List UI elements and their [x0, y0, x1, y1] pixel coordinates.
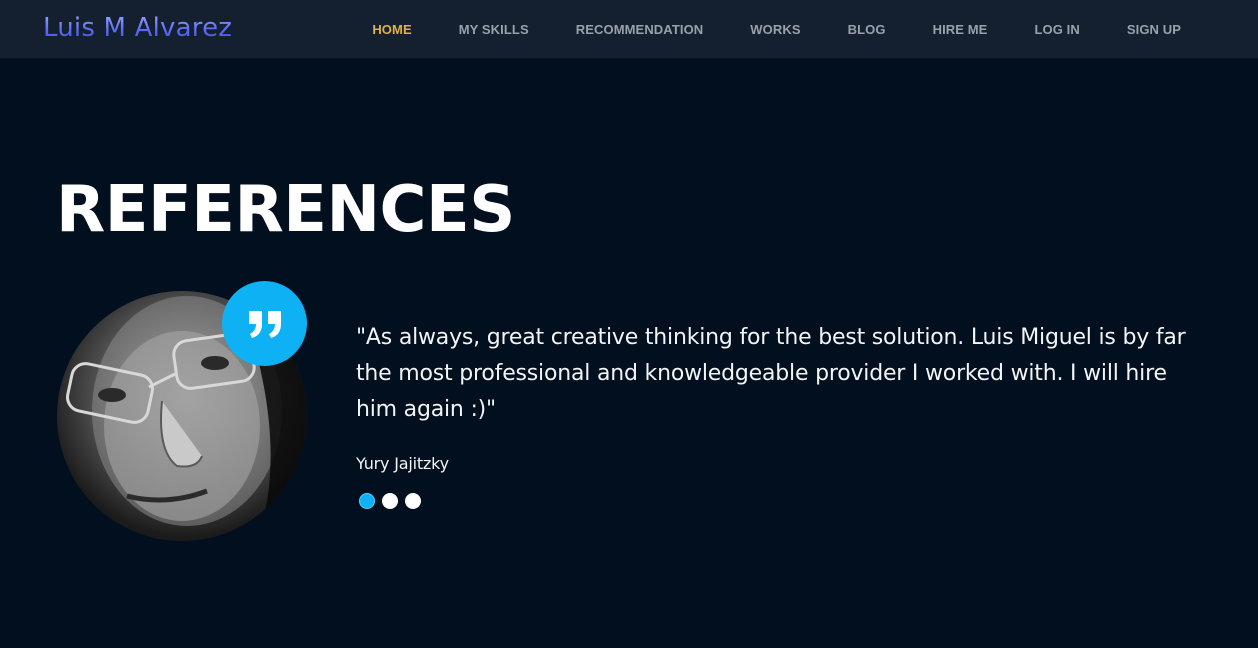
quote-icon — [248, 310, 281, 338]
nav-item-log-in[interactable]: LOG IN — [1034, 22, 1079, 37]
carousel-dot-1[interactable] — [359, 493, 375, 509]
nav-item-my-skills[interactable]: MY SKILLS — [459, 22, 529, 37]
carousel-dot-3[interactable] — [405, 493, 421, 509]
brand-logo[interactable]: Luis M Alvarez — [43, 13, 232, 43]
nav-item-blog[interactable]: BLOG — [848, 22, 886, 37]
nav-item-sign-up[interactable]: SIGN UP — [1127, 22, 1181, 37]
testimonial-quote: "As always, great creative thinking for … — [356, 325, 1186, 422]
carousel-pagination — [359, 493, 428, 509]
nav-menu: HOME MY SKILLS RECOMMENDATION WORKS BLOG… — [372, 0, 1181, 58]
section-title: REFERENCES — [56, 173, 515, 247]
nav-item-hire-me[interactable]: HIRE ME — [933, 22, 988, 37]
nav-item-recommendation[interactable]: RECOMMENDATION — [576, 22, 704, 37]
top-navbar: Luis M Alvarez HOME MY SKILLS RECOMMENDA… — [0, 0, 1258, 59]
carousel-dot-2[interactable] — [382, 493, 398, 509]
testimonial-author: Yury Jajitzky — [356, 454, 449, 473]
nav-item-works[interactable]: WORKS — [750, 22, 800, 37]
nav-item-home[interactable]: HOME — [372, 22, 411, 37]
quote-badge — [222, 281, 307, 366]
